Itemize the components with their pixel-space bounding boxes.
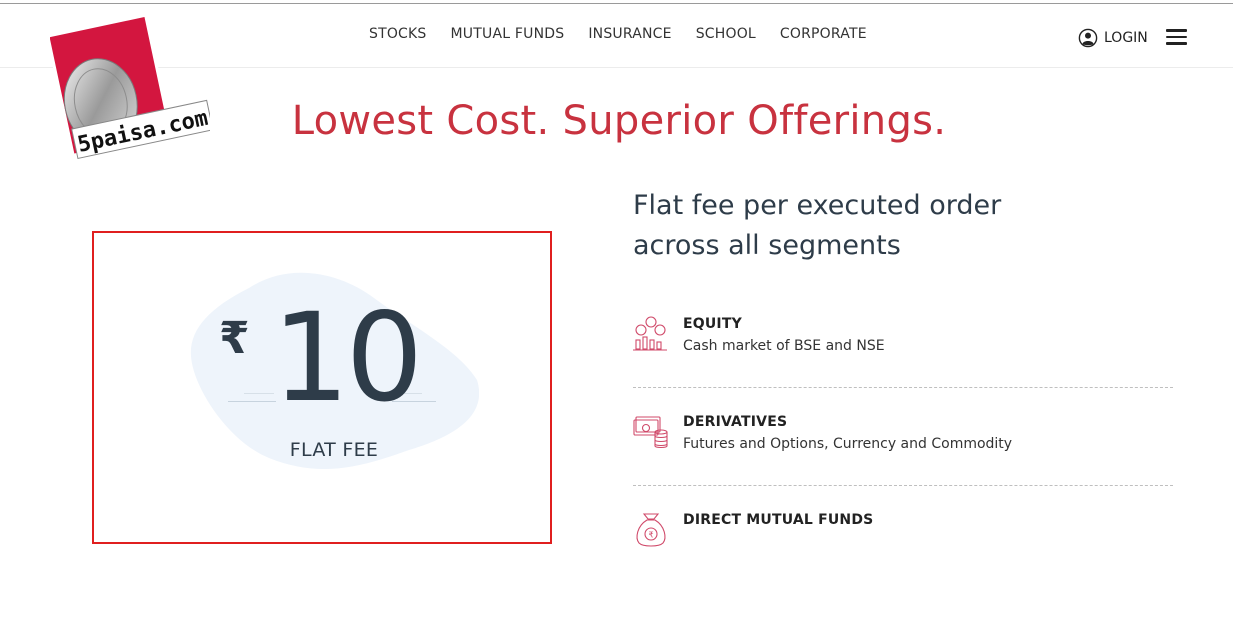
segment-equity: EQUITY Cash market of BSE and NSE	[633, 316, 1173, 356]
segments-heading: Flat fee per executed order across all s…	[633, 186, 1053, 266]
fee-rule-left	[228, 401, 276, 402]
page-headline: Lowest Cost. Superior Offerings.	[291, 98, 947, 144]
segment-derivatives: DERIVATIVES Futures and Options, Currenc…	[633, 414, 1173, 454]
segment-title-mutual-funds: DIRECT MUTUAL FUNDS	[683, 512, 874, 528]
derivatives-icon	[633, 416, 668, 449]
segment-desc-derivatives: Futures and Options, Currency and Commod…	[683, 436, 1013, 452]
segment-divider	[633, 387, 1173, 388]
login-label: LOGIN	[1104, 30, 1148, 46]
segment-title-derivatives: DERIVATIVES	[683, 414, 788, 430]
segment-divider	[633, 485, 1173, 486]
rupee-symbol: ₹	[219, 313, 250, 364]
segments-heading-line2: across all segments	[633, 230, 901, 261]
nav-mutual-funds[interactable]: MUTUAL FUNDS	[451, 26, 565, 42]
money-bag-icon: ₹	[636, 513, 666, 547]
fee-label: FLAT FEE	[289, 439, 379, 461]
login-button[interactable]: LOGIN	[1078, 28, 1148, 48]
nav-stocks[interactable]: STOCKS	[369, 26, 427, 42]
nav-school[interactable]: SCHOOL	[696, 26, 756, 42]
nav-corporate[interactable]: CORPORATE	[780, 26, 867, 42]
fee-amount: 10	[272, 287, 423, 429]
segment-desc-equity: Cash market of BSE and NSE	[683, 338, 885, 354]
fee-rule-left-bottom	[244, 393, 274, 394]
main-nav: STOCKS MUTUAL FUNDS INSURANCE SCHOOL COR…	[369, 26, 891, 42]
user-icon	[1078, 28, 1098, 48]
segment-title-equity: EQUITY	[683, 316, 742, 332]
hamburger-menu-icon[interactable]	[1166, 29, 1187, 45]
nav-insurance[interactable]: INSURANCE	[588, 26, 671, 42]
flat-fee-card: ₹ 10 FLAT FEE	[92, 231, 552, 544]
segment-mutual-funds: ₹ DIRECT MUTUAL FUNDS	[633, 512, 1173, 552]
segments-heading-line1: Flat fee per executed order	[633, 190, 1002, 221]
svg-text:₹: ₹	[648, 531, 653, 540]
equity-icon	[633, 316, 667, 351]
